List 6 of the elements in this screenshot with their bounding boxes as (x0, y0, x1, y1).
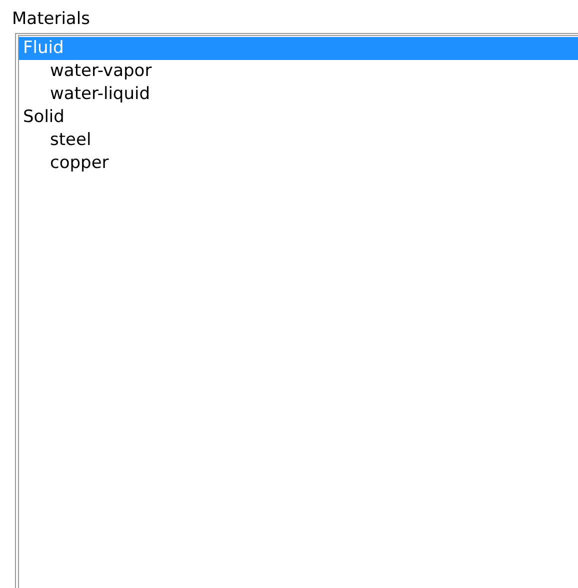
tree-item[interactable]: copper (19, 152, 578, 175)
tree-item[interactable]: steel (19, 129, 578, 152)
tree-item[interactable]: water-liquid (19, 83, 578, 106)
list-label: Materials (11, 8, 91, 25)
tree-item[interactable]: water-vapor (19, 60, 578, 83)
tree-item[interactable]: Solid (19, 106, 578, 129)
